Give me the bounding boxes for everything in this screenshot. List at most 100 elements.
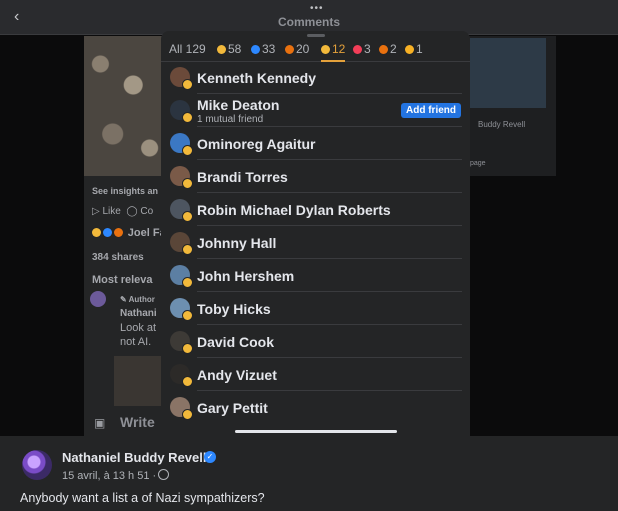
reactor-name[interactable]: Johnny Hall [197, 235, 276, 251]
list-item[interactable]: Johnny Hall [161, 226, 470, 259]
page-label: page [470, 160, 486, 167]
comment-text-line2: not AI. [120, 336, 152, 348]
tab-like[interactable]: 33 [251, 42, 275, 60]
tab-label: 1 [416, 42, 423, 56]
haha-icon [182, 277, 193, 288]
haha-icon [217, 45, 226, 54]
tab-label: 58 [228, 42, 242, 56]
list-item[interactable]: Andy Vizuet [161, 358, 470, 391]
avatar [170, 100, 193, 123]
list-item[interactable]: Toby Hicks [161, 292, 470, 325]
background-right-card: Buddy Revell page [466, 36, 556, 176]
avatar [170, 331, 193, 354]
post-meta: 15 avril, à 13 h 51 · [62, 469, 170, 482]
add-friend-button[interactable]: Add friend [401, 103, 461, 118]
avatar [170, 166, 193, 189]
sort-comments[interactable]: Most releva [92, 274, 153, 286]
reactor-name[interactable]: Gary Pettit [197, 400, 268, 416]
shares-count[interactable]: 384 shares [92, 252, 144, 263]
camera-icon[interactable]: ▣ [94, 416, 105, 430]
write-comment-input[interactable]: Write [120, 414, 155, 430]
avatar [170, 232, 193, 255]
list-item[interactable]: John Hershem [161, 259, 470, 292]
reactor-name[interactable]: Mike Deaton [197, 97, 279, 113]
list-item[interactable]: Kenneth Kennedy [161, 61, 470, 94]
avatar [170, 133, 193, 156]
tab-label: 12 [332, 42, 346, 56]
haha-icon [321, 45, 330, 54]
author-badge-label: Author [128, 295, 155, 304]
list-item[interactable]: Ominoreg Agaitur [161, 127, 470, 160]
home-indicator [235, 430, 397, 433]
reactor-name[interactable]: Robin Michael Dylan Roberts [197, 202, 391, 218]
top-bar: ‹ ••• Comments [0, 0, 618, 35]
tab-wow[interactable]: 1 [405, 42, 423, 60]
page-name: Buddy Revell [478, 120, 526, 129]
thumbs-up-icon: ▷ [92, 206, 100, 217]
tab-love[interactable]: 3 [353, 42, 371, 60]
reaction-tabs: All 129 58 33 20 12 3 2 1 [161, 39, 470, 62]
cover-image [466, 38, 546, 108]
reactor-name[interactable]: John Hershem [197, 268, 294, 284]
list-item[interactable]: Robin Michael Dylan Roberts [161, 193, 470, 226]
reactor-name[interactable]: Ominoreg Agaitur [197, 136, 316, 152]
reactor-name[interactable]: Kenneth Kennedy [197, 70, 316, 86]
avatar [170, 397, 193, 420]
list-item[interactable]: Mike Deaton 1 mutual friend Add friend [161, 94, 470, 127]
haha-icon [182, 211, 193, 222]
drag-handle[interactable] [307, 34, 325, 37]
comment-author[interactable]: Nathani [120, 308, 157, 319]
haha-icon [182, 145, 193, 156]
tab-angry[interactable]: 20 [285, 42, 309, 60]
tab-label: 3 [364, 42, 371, 56]
avatar [170, 67, 193, 90]
pencil-icon: ✎ [120, 295, 127, 304]
tab-angry-2[interactable]: 2 [379, 42, 397, 60]
haha-icon [182, 244, 193, 255]
list-item[interactable]: Gary Pettit [161, 391, 470, 424]
love-icon [353, 45, 362, 54]
reactor-name[interactable]: David Cook [197, 334, 274, 350]
more-dots-icon[interactable]: ••• [310, 3, 324, 14]
haha-icon [182, 343, 193, 354]
like-icon [103, 228, 112, 237]
reactor-name[interactable]: Brandi Torres [197, 169, 288, 185]
haha-icon [182, 310, 193, 321]
post-header: Nathaniel Buddy Revell ✓ 15 avril, à 13 … [0, 436, 618, 511]
list-item[interactable]: Brandi Torres [161, 160, 470, 193]
tab-haha-selected[interactable]: 12 [321, 42, 346, 62]
haha-icon [182, 376, 193, 387]
angry-icon [114, 228, 123, 237]
tab-haha[interactable]: 58 [217, 42, 241, 60]
reactors-summary[interactable]: Joel Fa [92, 227, 166, 239]
author-badge: ✎ Author [120, 295, 155, 304]
avatar [170, 265, 193, 288]
angry-icon [379, 45, 388, 54]
page-title: Comments [277, 15, 340, 29]
tab-all[interactable]: All 129 [169, 42, 206, 60]
haha-icon [182, 178, 193, 189]
like-label: Like [102, 206, 121, 217]
haha-icon [92, 228, 101, 237]
reactor-name[interactable]: Toby Hicks [197, 301, 271, 317]
list-item[interactable]: David Cook [161, 325, 470, 358]
tab-label: All 129 [169, 42, 206, 56]
reactor-name[interactable]: Andy Vizuet [197, 367, 277, 383]
see-insights-link[interactable]: See insights an [92, 186, 158, 196]
avatar [170, 364, 193, 387]
like-icon [251, 45, 260, 54]
like-button[interactable]: ▷ Like ◯ Co [92, 206, 153, 217]
comment-icon: ◯ [126, 206, 138, 217]
reactions-screen: ‹ ••• Comments See insights an ▷ Like ◯ … [0, 0, 618, 436]
comment-photo [114, 356, 166, 406]
comment-label: Co [140, 206, 154, 217]
post-author[interactable]: Nathaniel Buddy Revell [62, 450, 206, 465]
background-post: See insights an ▷ Like ◯ Co Joel Fa 384 … [84, 36, 166, 436]
haha-icon [182, 79, 193, 90]
avatar [90, 291, 106, 307]
globe-icon [158, 469, 170, 480]
post-timestamp[interactable]: 15 avril, à 13 h 51 · [62, 470, 156, 482]
avatar[interactable] [22, 450, 52, 480]
post-photo [84, 36, 166, 176]
comment-text-line1: Look at [120, 322, 157, 334]
